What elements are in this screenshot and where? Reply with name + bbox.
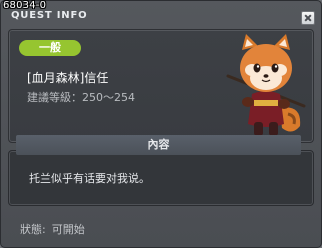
npc-portrait-icon bbox=[226, 34, 306, 136]
close-icon[interactable] bbox=[301, 11, 315, 25]
recommended-level: 建議等級：250～254 bbox=[27, 91, 135, 104]
quest-info-window: 68034-0 QUEST INFO 一般 [血月森林]信任 建議等級：250～… bbox=[0, 0, 322, 248]
quest-name: [血月森林]信任 bbox=[27, 71, 109, 85]
quest-status: 狀態: 可開始 bbox=[20, 221, 85, 237]
quest-category-badge: 一般 bbox=[19, 40, 81, 56]
status-label: 狀態: bbox=[20, 223, 46, 236]
window-title: QUEST INFO bbox=[11, 10, 88, 21]
content-text: 托兰似乎有话要对我说。 bbox=[29, 172, 150, 185]
content-header: 內容 bbox=[16, 135, 301, 155]
title-bar[interactable]: QUEST INFO bbox=[2, 10, 320, 26]
status-value: 可開始 bbox=[51, 223, 85, 236]
